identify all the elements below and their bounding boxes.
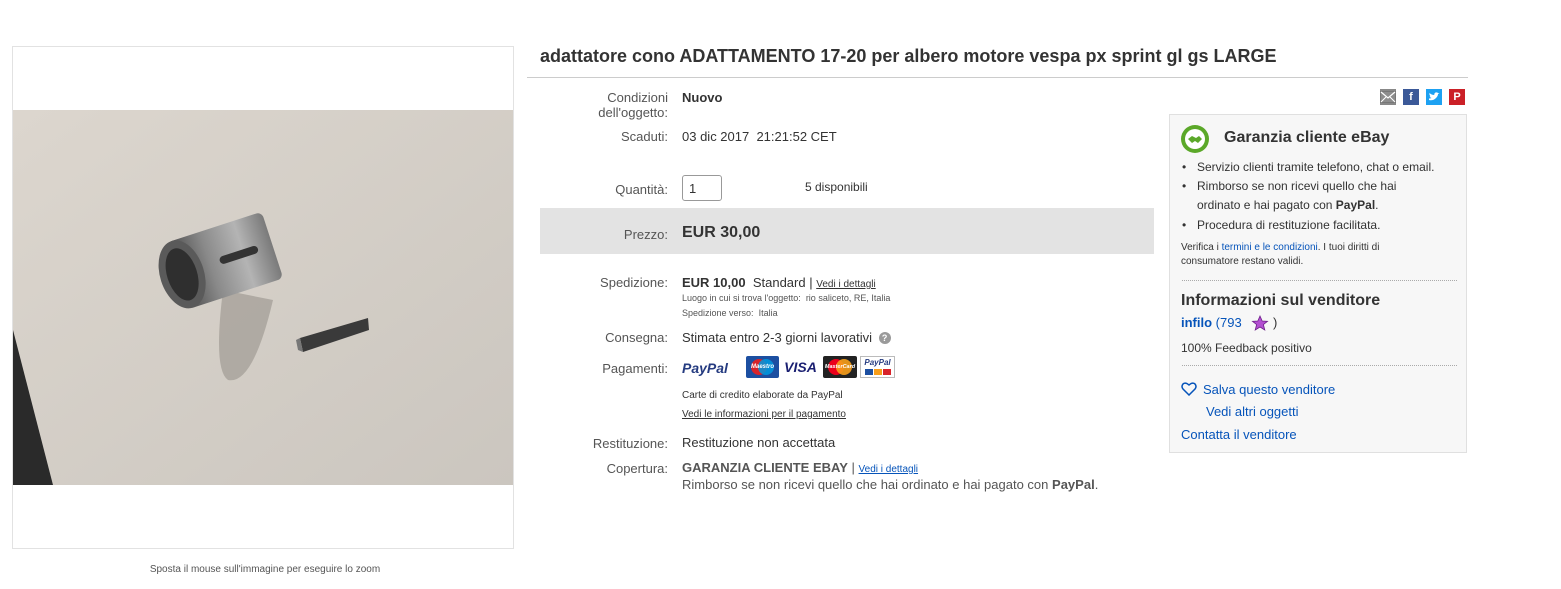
mastercard-label: MasterCard <box>824 364 856 370</box>
ships-to: Spedizione verso: Italia <box>682 308 778 319</box>
shipping-line: EUR 10,00 Standard | Vedi i dettagli <box>682 275 876 292</box>
help-icon[interactable]: ? <box>878 332 891 344</box>
item-location-value: rio saliceto, RE, Italia <box>805 293 891 303</box>
coverage-line: GARANZIA CLIENTE EBAY | Vedi i dettagli <box>682 460 918 477</box>
zoom-hint: Sposta il mouse sull'immagine per esegui… <box>149 564 381 575</box>
save-seller-button[interactable]: Salva questo venditore <box>1181 381 1335 397</box>
email-icon[interactable] <box>1380 89 1396 105</box>
returns-value: Restituzione non accettata <box>682 435 836 450</box>
price-label: Prezzo: <box>623 227 668 242</box>
cards-note: Carte di credito elaborate da PayPal <box>682 390 843 401</box>
ships-to-value: Italia <box>758 308 778 318</box>
condition-label-line1: Condizioni <box>607 90 668 105</box>
condition-value: Nuovo <box>682 90 723 105</box>
heart-icon <box>1181 382 1197 397</box>
star-icon <box>1251 315 1269 331</box>
available-quantity: 5 disponibili <box>805 180 868 194</box>
quantity-label: Quantità: <box>615 182 668 197</box>
shipping-label: Spedizione: <box>600 275 668 290</box>
payments-label: Pagamenti: <box>602 361 668 376</box>
delivery-line: Stimata entro 2-3 giorni lavorativi ? <box>682 330 891 345</box>
guarantee-bullet-3: • Procedura di restituzione facilitata. <box>1182 218 1381 232</box>
item-location: Luogo in cui si trova l'oggetto: rio sal… <box>682 293 890 304</box>
payment-info-link[interactable]: Vedi le informazioni per il pagamento <box>682 407 846 422</box>
guarantee-bullet-1: • Servizio clienti tramite telefono, chat… <box>1182 160 1435 174</box>
coverage-title: GARANZIA CLIENTE EBAY <box>682 460 848 475</box>
paypal-credit-logo: PayPal <box>860 356 895 378</box>
product-photo[interactable] <box>13 110 513 485</box>
item-location-label: Luogo in cui si trova l'oggetto: <box>682 293 801 303</box>
pinterest-icon[interactable]: P <box>1449 89 1465 105</box>
coverage-period: . <box>1094 477 1099 492</box>
quantity-input[interactable] <box>682 175 722 201</box>
delivery-value: Stimata entro 2-3 giorni lavorativi <box>682 330 873 345</box>
divider <box>1182 365 1457 366</box>
condition-label: Condizioni dell'oggetto: <box>540 90 668 120</box>
visa-logo: VISA <box>784 359 817 375</box>
delivery-label: Consegna: <box>605 330 668 345</box>
guarantee-bullet-2-period: . <box>1375 198 1379 212</box>
paypal-credit-label: PayPal <box>864 358 891 367</box>
coverage-separator: | <box>851 460 855 475</box>
price-value: EUR 30,00 <box>682 224 761 241</box>
coverage-details-link[interactable]: Vedi i dettagli <box>859 464 919 475</box>
terms-prefix: Verifica i <box>1181 242 1219 253</box>
guarantee-handshake-icon <box>1181 125 1209 153</box>
guarantee-bullet-3-text: Procedura di restituzione facilitata. <box>1197 218 1381 232</box>
maestro-label: Maestro <box>750 364 774 370</box>
coverage-description: Rimborso se non ricevi quello che hai or… <box>682 477 1098 492</box>
product-photo-image <box>13 110 513 485</box>
divider <box>1182 280 1457 281</box>
coverage-paypal: PayPal <box>1052 477 1095 492</box>
seller-feedback: 100% Feedback positivo <box>1181 341 1312 355</box>
coverage-label: Copertura: <box>606 461 668 476</box>
guarantee-bullet-2-paypal: PayPal <box>1335 198 1376 212</box>
facebook-icon[interactable]: f <box>1403 89 1419 105</box>
guarantee-bullet-2-text: Rimborso se non ricevi quello che hai <box>1197 179 1397 193</box>
coverage-text: Rimborso se non ricevi quello che hai or… <box>682 477 1049 492</box>
guarantee-bullet-1-text: Servizio clienti tramite telefono, chat … <box>1197 160 1435 174</box>
mastercard-logo: MasterCard <box>823 356 857 378</box>
guarantee-panel: Garanzia cliente eBay • Servizio clienti … <box>1169 114 1467 453</box>
maestro-logo: Maestro <box>746 356 779 378</box>
seller-score-close: ) <box>1272 315 1278 330</box>
item-title: adattatore cono ADATTAMENTO 17-20 per al… <box>540 46 1277 66</box>
title-divider <box>527 77 1468 78</box>
condition-label-line2: dell'oggetto: <box>598 105 668 120</box>
product-image-panel[interactable] <box>12 46 514 549</box>
ships-to-label: Spedizione verso: <box>682 308 754 318</box>
terms-suffix: . I tuoi diritti di <box>1317 242 1380 253</box>
ended-value: 03 dic 2017 21:21:52 CET <box>682 129 837 144</box>
shipping-details-link[interactable]: Vedi i dettagli <box>816 279 876 290</box>
paypal-logo: PayPal <box>682 360 728 376</box>
shipping-cost: EUR 10,00 <box>682 275 746 290</box>
terms-line2: consumatore restano validi. <box>1181 256 1304 267</box>
returns-label: Restituzione: <box>592 436 668 451</box>
terms-link[interactable]: termini e le condizioni <box>1222 242 1318 253</box>
contact-seller-link[interactable]: Contatta il venditore <box>1181 427 1297 442</box>
seller-name-link[interactable]: infilo <box>1181 315 1212 330</box>
other-items-link[interactable]: Vedi altri oggetti <box>1206 404 1299 419</box>
shipping-service: Standard | <box>752 275 813 290</box>
seller-info-title: Informazioni sul venditore <box>1181 292 1381 309</box>
ended-label: Scaduti: <box>621 129 668 144</box>
guarantee-bullet-2: • Rimborso se non ricevi quello che hai o… <box>1182 179 1397 212</box>
seller-score-link[interactable]: (793 <box>1216 315 1242 330</box>
guarantee-bullet-2-text-line2: ordinato e hai pagato con <box>1197 198 1333 212</box>
save-seller-label: Salva questo venditore <box>1203 382 1336 397</box>
twitter-icon[interactable] <box>1426 89 1442 105</box>
guarantee-terms: Verifica i termini e le condizioni. I tu… <box>1181 241 1456 269</box>
seller-line: infilo (793 ) <box>1181 315 1277 331</box>
guarantee-title: Garanzia cliente eBay <box>1224 129 1390 146</box>
